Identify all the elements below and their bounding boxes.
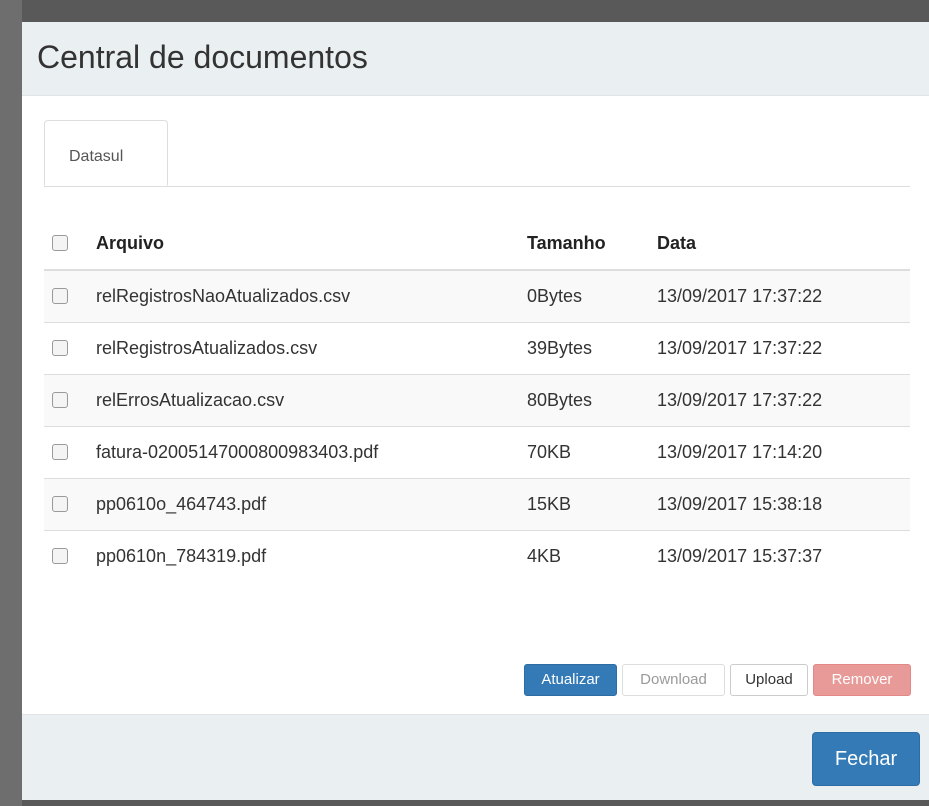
table-row[interactable]: pp0610o_464743.pdf 15KB 13/09/2017 15:38…	[44, 479, 910, 531]
page-backdrop	[0, 0, 22, 806]
file-name: pp0610o_464743.pdf	[96, 494, 267, 514]
row-checkbox[interactable]	[52, 340, 68, 357]
row-checkbox[interactable]	[52, 548, 68, 565]
tab-datasul[interactable]: Datasul	[44, 120, 168, 186]
column-header-size[interactable]: Tamanho	[527, 218, 606, 269]
file-date: 13/09/2017 15:38:18	[657, 494, 823, 514]
select-all-checkbox[interactable]	[52, 235, 68, 252]
file-size: 39Bytes	[527, 338, 593, 358]
file-date: 13/09/2017 17:37:22	[657, 390, 823, 410]
tab-bar: Datasul	[44, 120, 910, 187]
modal-footer: Fechar	[22, 714, 929, 800]
refresh-button[interactable]: Atualizar	[524, 664, 617, 696]
download-button[interactable]: Download	[622, 664, 725, 696]
table-row[interactable]: fatura-02005147000800983403.pdf 70KB 13/…	[44, 427, 910, 479]
row-checkbox[interactable]	[52, 392, 68, 409]
table-row[interactable]: pp0610n_784319.pdf 4KB 13/09/2017 15:37:…	[44, 531, 910, 582]
file-size: 0Bytes	[527, 286, 583, 306]
documents-table: Arquivo Tamanho Data relRegistrosNaoAtua…	[44, 218, 910, 582]
modal-title: Central de documentos	[37, 39, 368, 75]
file-size: 80Bytes	[527, 390, 593, 410]
file-name: relRegistrosNaoAtualizados.csv	[96, 286, 351, 306]
remove-button[interactable]: Remover	[813, 664, 911, 696]
tab-label: Datasul	[69, 148, 124, 165]
file-date: 13/09/2017 17:14:20	[657, 442, 823, 462]
table-row[interactable]: relRegistrosNaoAtualizados.csv 0Bytes 13…	[44, 271, 910, 323]
modal-header: Central de documentos	[22, 22, 929, 96]
documents-modal: Central de documentos Datasul Arquivo Ta…	[22, 22, 929, 800]
file-date: 13/09/2017 17:37:22	[657, 338, 823, 358]
file-size: 4KB	[527, 546, 562, 566]
file-size: 15KB	[527, 494, 572, 514]
close-button[interactable]: Fechar	[812, 732, 920, 786]
table-row[interactable]: relRegistrosAtualizados.csv 39Bytes 13/0…	[44, 323, 910, 375]
file-name: relErrosAtualizacao.csv	[96, 390, 285, 410]
row-checkbox[interactable]	[52, 288, 68, 305]
file-date: 13/09/2017 15:37:37	[657, 546, 823, 566]
file-date: 13/09/2017 17:37:22	[657, 286, 823, 306]
row-checkbox[interactable]	[52, 496, 68, 513]
table-row[interactable]: relErrosAtualizacao.csv 80Bytes 13/09/20…	[44, 375, 910, 427]
file-size: 70KB	[527, 442, 572, 462]
upload-button[interactable]: Upload	[730, 664, 808, 696]
column-header-file[interactable]: Arquivo	[96, 218, 164, 269]
file-name: pp0610n_784319.pdf	[96, 546, 267, 566]
file-name: fatura-02005147000800983403.pdf	[96, 442, 379, 462]
row-checkbox[interactable]	[52, 444, 68, 461]
file-name: relRegistrosAtualizados.csv	[96, 338, 318, 358]
table-header-row: Arquivo Tamanho Data	[44, 218, 910, 271]
column-header-date[interactable]: Data	[657, 218, 696, 269]
